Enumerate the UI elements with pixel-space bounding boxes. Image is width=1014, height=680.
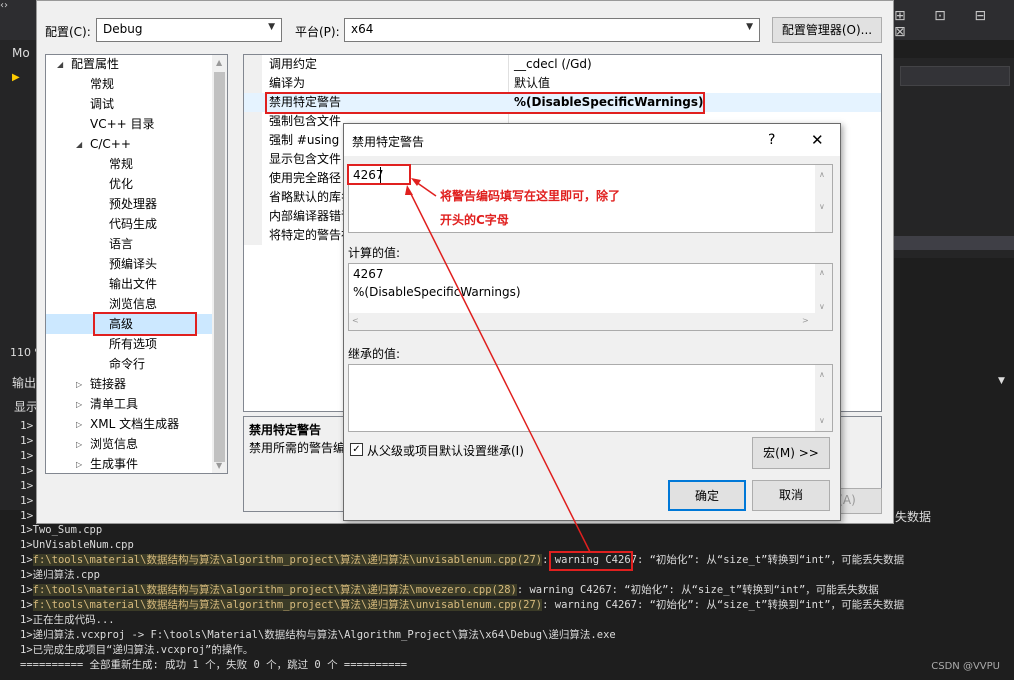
- arrow-to-input: [411, 178, 437, 197]
- arrow-from-warning: [405, 185, 591, 553]
- annotation-arrows: [405, 178, 591, 553]
